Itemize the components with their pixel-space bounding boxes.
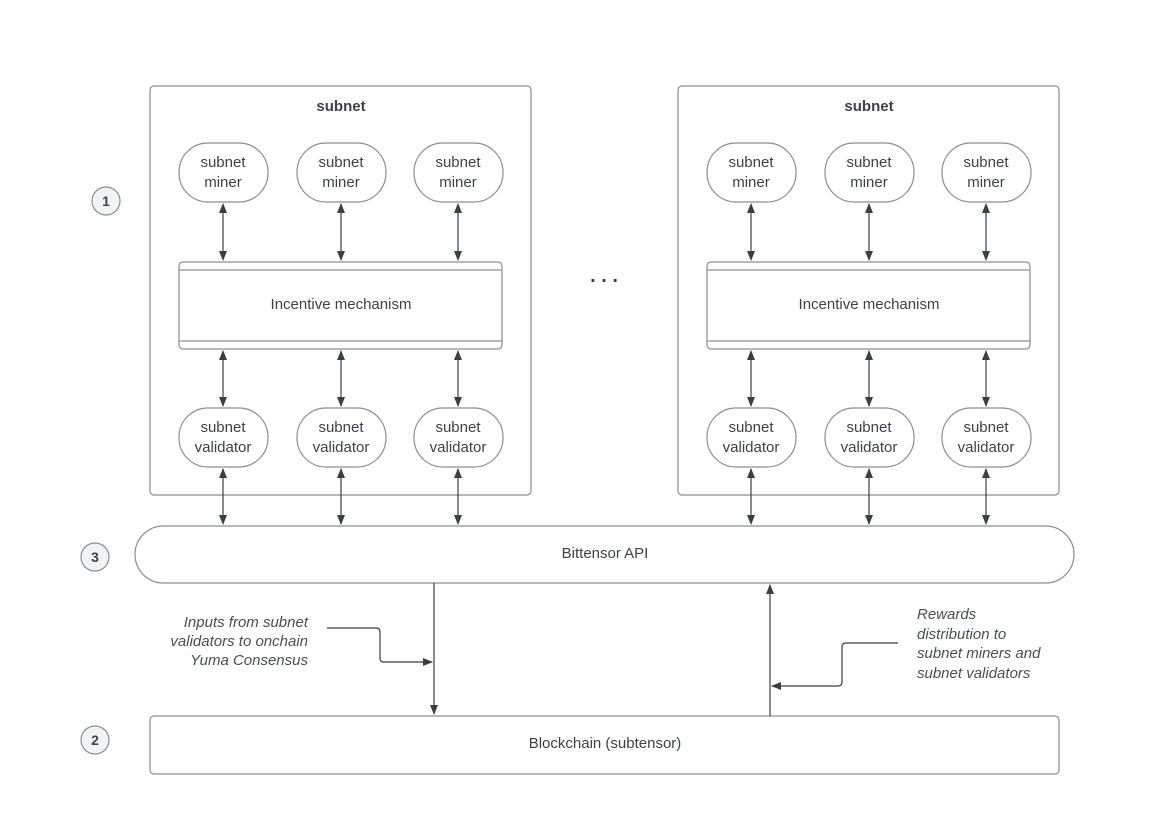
subnet-validator: subnet validator <box>824 407 915 468</box>
subnet-validator: subnet validator <box>296 407 387 468</box>
subnet-miner: subnet miner <box>178 142 269 203</box>
validator-label: subnet <box>846 419 892 436</box>
incentive-mechanism: Incentive mechanism <box>178 261 503 350</box>
annotation-line: validators to onchain <box>170 633 308 650</box>
inputs-annotation-connector <box>327 627 433 666</box>
miner-node <box>706 142 797 203</box>
step-number: 2 <box>91 732 99 748</box>
mechanism-label: Incentive mechanism <box>799 296 940 313</box>
miner-label: subnet <box>728 154 774 171</box>
validator-node <box>824 407 915 468</box>
validator-label: validator <box>958 439 1015 456</box>
validator-label: validator <box>841 439 898 456</box>
blockchain: Blockchain (subtensor) <box>149 715 1060 775</box>
validator-node <box>178 407 269 468</box>
annotation-line: distribution to <box>917 626 1006 643</box>
validator-label: subnet <box>728 419 774 436</box>
miner-label: subnet <box>435 154 481 171</box>
subnet-miner: subnet miner <box>413 142 504 203</box>
validator-label: validator <box>723 439 780 456</box>
annotation-line: Rewards <box>917 606 977 623</box>
subnet-container: subnet subnet miner subnet miner subnet … <box>149 85 532 525</box>
subnet-miner: subnet miner <box>941 142 1032 203</box>
miner-node <box>824 142 915 203</box>
rewards-annotation: Rewards distribution to subnet miners an… <box>917 606 1041 682</box>
miner-label: subnet <box>200 154 246 171</box>
subnet-validator: subnet validator <box>178 407 269 468</box>
mechanism-label: Incentive mechanism <box>271 296 412 313</box>
subnet-validator: subnet validator <box>941 407 1032 468</box>
validator-node <box>941 407 1032 468</box>
validator-node <box>296 407 387 468</box>
step-marker-3: 3 <box>80 542 110 572</box>
annotation-line: subnet validators <box>917 665 1031 682</box>
step-marker-2: 2 <box>80 725 110 755</box>
annotation-line: Inputs from subnet <box>184 614 309 631</box>
incentive-mechanism: Incentive mechanism <box>706 261 1031 350</box>
validator-node <box>413 407 504 468</box>
miner-label: miner <box>439 174 477 191</box>
validator-label: subnet <box>435 419 481 436</box>
miner-label: miner <box>850 174 888 191</box>
miner-node <box>178 142 269 203</box>
miner-label: subnet <box>963 154 1009 171</box>
validator-label: validator <box>430 439 487 456</box>
miner-node <box>941 142 1032 203</box>
miner-label: subnet <box>846 154 892 171</box>
miner-label: subnet <box>318 154 364 171</box>
rewards-annotation-connector <box>771 642 898 690</box>
miner-label: miner <box>732 174 770 191</box>
subnet-title: subnet <box>844 98 893 115</box>
miner-label: miner <box>967 174 1005 191</box>
miner-label: miner <box>204 174 242 191</box>
subnet-container: subnet subnet miner subnet miner subnet … <box>677 85 1060 525</box>
bittensor-architecture-diagram: subnet subnet miner subnet miner subnet … <box>80 85 1075 775</box>
validator-label: subnet <box>318 419 364 436</box>
step-number: 1 <box>102 193 110 209</box>
subnet-validator: subnet validator <box>413 407 504 468</box>
blockchain-label: Blockchain (subtensor) <box>529 735 682 752</box>
more-subnets-ellipsis: . . . <box>590 265 618 287</box>
subnet-miner: subnet miner <box>706 142 797 203</box>
validator-label: validator <box>195 439 252 456</box>
bittensor-api: Bittensor API <box>134 525 1075 584</box>
miner-label: miner <box>322 174 360 191</box>
annotation-line: subnet miners and <box>917 645 1041 662</box>
subnet-miner: subnet miner <box>296 142 387 203</box>
validator-label: subnet <box>963 419 1009 436</box>
step-marker-1: 1 <box>91 186 121 216</box>
subnet-validator: subnet validator <box>706 407 797 468</box>
subnet-title: subnet <box>316 98 365 115</box>
validator-label: validator <box>313 439 370 456</box>
miner-node <box>296 142 387 203</box>
validator-label: subnet <box>200 419 246 436</box>
validator-node <box>706 407 797 468</box>
api-label: Bittensor API <box>562 545 649 562</box>
inputs-annotation: Inputs from subnet validators to onchain… <box>170 614 308 669</box>
miner-node <box>413 142 504 203</box>
subnet-miner: subnet miner <box>824 142 915 203</box>
annotation-line: Yuma Consensus <box>190 652 308 669</box>
step-number: 3 <box>91 549 99 565</box>
